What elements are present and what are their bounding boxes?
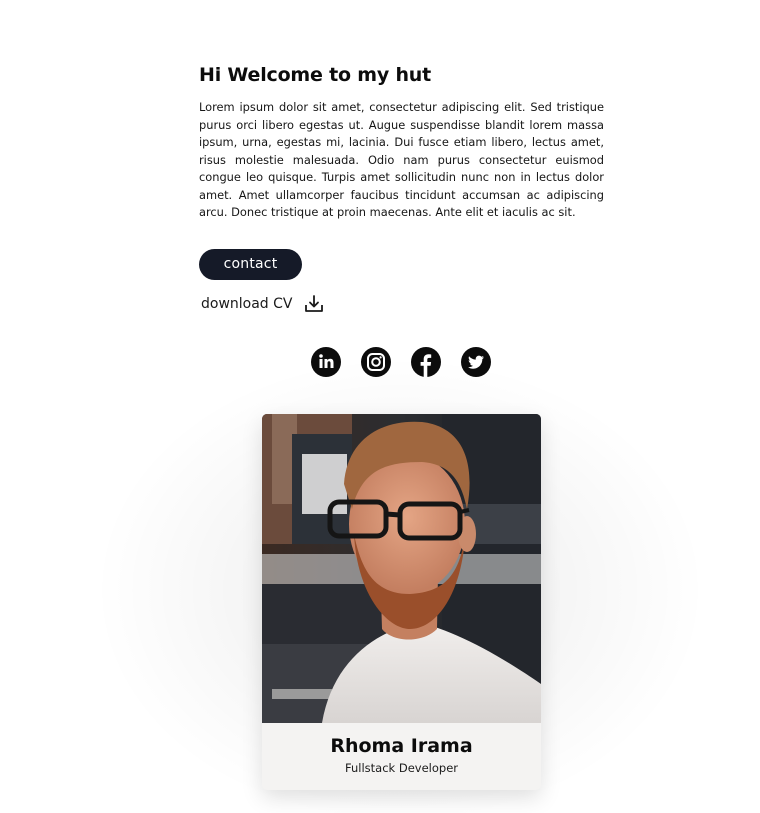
profile-role: Fullstack Developer — [345, 761, 458, 775]
instagram-icon[interactable] — [361, 347, 391, 377]
linkedin-icon[interactable] — [311, 347, 341, 377]
social-links — [311, 347, 491, 377]
download-icon[interactable] — [304, 294, 324, 314]
contact-button[interactable]: contact — [199, 249, 302, 280]
intro-section: Hi Welcome to my hut Lorem ipsum dolor s… — [199, 64, 604, 222]
page-title: Hi Welcome to my hut — [199, 64, 432, 86]
twitter-icon[interactable] — [461, 347, 491, 377]
facebook-icon[interactable] — [411, 347, 441, 377]
profile-photo — [262, 414, 541, 723]
download-cv-link[interactable]: download CV — [201, 294, 324, 314]
intro-paragraph: Lorem ipsum dolor sit amet, consectetur … — [199, 100, 604, 219]
profile-name: Rhoma Irama — [330, 735, 473, 757]
download-cv-label: download CV — [201, 296, 293, 312]
profile-card: Rhoma Irama Fullstack Developer — [262, 414, 541, 790]
